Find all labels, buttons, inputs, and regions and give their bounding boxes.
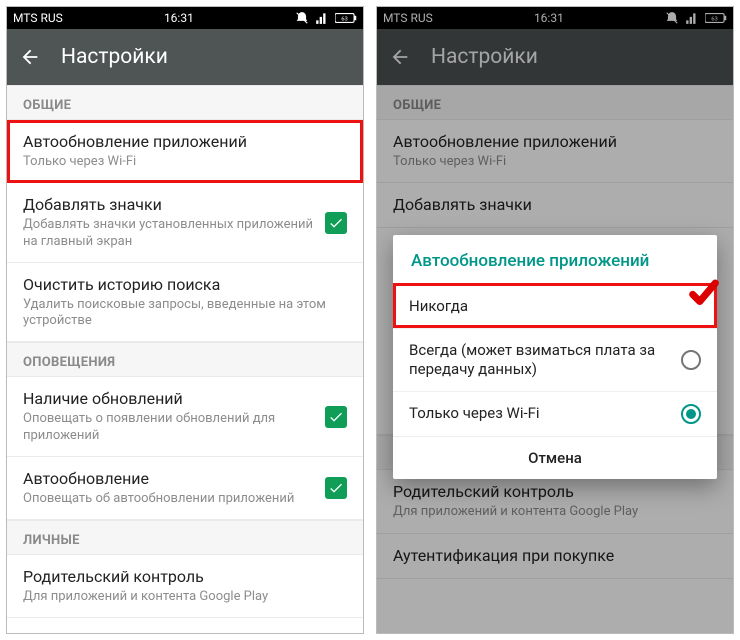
option-label: Никогда bbox=[409, 297, 669, 316]
cancel-button[interactable]: Отмена bbox=[393, 436, 717, 479]
item-purchase-auth[interactable]: Аутентификация при покупке bbox=[7, 618, 363, 633]
section-notifications: ОПОВЕЩЕНИЯ bbox=[7, 342, 363, 377]
settings-list: ОБЩИЕ Автообновление приложений Только ч… bbox=[7, 85, 363, 633]
item-title: Родительский контроль bbox=[23, 567, 347, 587]
item-subtitle: Только через Wi-Fi bbox=[23, 154, 347, 170]
item-clear-history[interactable]: Очистить историю поиска Удалить поисковы… bbox=[7, 263, 363, 343]
option-label: Всегда (может взиматься плата за передач… bbox=[409, 341, 669, 379]
clock-label: 16:31 bbox=[164, 11, 194, 25]
item-title: Автообновление приложений bbox=[23, 132, 347, 152]
item-subtitle: Оповещать о появлении обновлений для при… bbox=[23, 411, 315, 444]
mute-icon bbox=[295, 11, 309, 25]
section-general: ОБЩИЕ bbox=[7, 85, 363, 120]
checkbox-checked-icon[interactable] bbox=[325, 212, 347, 234]
status-bar: MTS RUS 16:31 63 bbox=[7, 7, 363, 29]
item-subtitle: Оповещать об автообновлении приложений bbox=[23, 491, 315, 507]
section-personal: ЛИЧНЫЕ bbox=[7, 520, 363, 555]
item-subtitle: Для приложений и контента Google Play bbox=[23, 589, 347, 605]
autoupdate-dialog: Автообновление приложений Никогда Всегда… bbox=[393, 235, 717, 479]
item-autoupdate-notify[interactable]: Автообновление Оповещать об автообновлен… bbox=[7, 457, 363, 520]
back-icon[interactable] bbox=[19, 46, 41, 68]
signal-icon bbox=[315, 11, 329, 25]
battery-icon: 63 bbox=[335, 12, 357, 24]
item-autoupdate-apps[interactable]: Автообновление приложений Только через W… bbox=[7, 120, 363, 183]
item-title: Добавлять значки bbox=[23, 195, 315, 215]
item-title: Автообновление bbox=[23, 469, 315, 489]
dialog-title: Автообновление приложений bbox=[393, 235, 717, 283]
item-add-icons[interactable]: Добавлять значки Добавлять значки устано… bbox=[7, 183, 363, 263]
battery-text: 63 bbox=[341, 17, 348, 23]
option-wifi[interactable]: Только через Wi-Fi bbox=[393, 391, 717, 436]
radio-checked-icon[interactable] bbox=[681, 404, 701, 424]
radio-unchecked-icon[interactable] bbox=[681, 350, 701, 370]
item-title: Очистить историю поиска bbox=[23, 275, 347, 295]
item-updates-available[interactable]: Наличие обновлений Оповещать о появлении… bbox=[7, 377, 363, 457]
cancel-label: Отмена bbox=[528, 449, 582, 467]
app-bar: Настройки bbox=[7, 29, 363, 85]
item-title: Аутентификация при покупке bbox=[23, 630, 347, 633]
carrier-label: MTS RUS bbox=[13, 11, 63, 25]
phone-left: MTS RUS 16:31 63 Настройки ОБЩИЕ Автообн… bbox=[6, 6, 364, 634]
phone-right: MTS RUS 16:31 63 Настройки ОБЩИЕ Автообн… bbox=[376, 6, 734, 634]
item-subtitle: Добавлять значки установленных приложени… bbox=[23, 217, 315, 250]
page-title: Настройки bbox=[61, 45, 168, 69]
item-parental-control[interactable]: Родительский контроль Для приложений и к… bbox=[7, 555, 363, 618]
option-always[interactable]: Всегда (может взиматься плата за передач… bbox=[393, 328, 717, 391]
option-never[interactable]: Никогда bbox=[393, 283, 717, 328]
item-subtitle: Удалить поисковые запросы, введенные на … bbox=[23, 297, 347, 330]
item-title: Наличие обновлений bbox=[23, 389, 315, 409]
checkbox-checked-icon[interactable] bbox=[325, 477, 347, 499]
checkbox-checked-icon[interactable] bbox=[325, 406, 347, 428]
option-label: Только через Wi-Fi bbox=[409, 404, 669, 423]
